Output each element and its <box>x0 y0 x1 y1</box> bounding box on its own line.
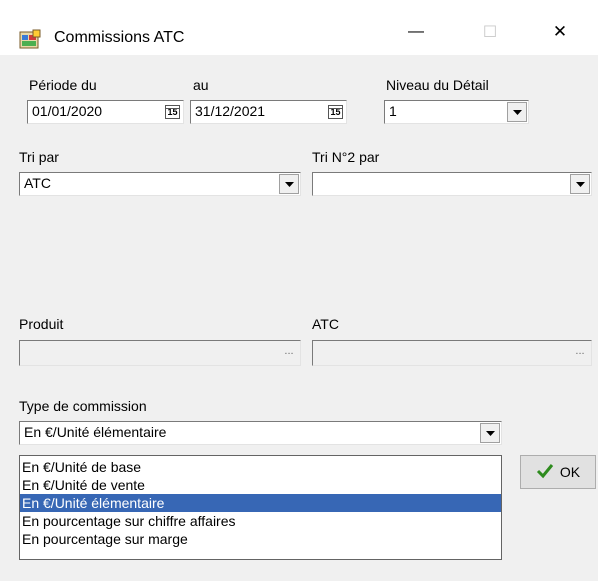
dropdown-option[interactable]: En €/Unité de base <box>20 458 501 476</box>
atc-browse-button[interactable]: ... <box>570 342 590 364</box>
type-commission-value: En €/Unité élémentaire <box>24 424 167 440</box>
window-title: Commissions ATC <box>54 29 185 46</box>
type-commission-label: Type de commission <box>19 398 147 414</box>
check-icon <box>536 463 554 482</box>
dropdown-option[interactable]: En pourcentage sur marge <box>20 530 501 548</box>
periode-from-label: Période du <box>29 77 97 93</box>
tri-label: Tri par <box>19 149 59 165</box>
close-button[interactable]: ✕ <box>532 8 588 55</box>
maximize-icon: ☐ <box>482 23 498 41</box>
niveau-select[interactable]: 1 <box>384 100 529 124</box>
dropdown-option-selected[interactable]: En €/Unité élémentaire <box>20 494 501 512</box>
app-icon <box>19 29 41 51</box>
produit-label: Produit <box>19 316 64 332</box>
atc-input[interactable]: ... <box>312 340 592 366</box>
tri-select[interactable]: ATC <box>19 172 301 196</box>
dropdown-arrow-icon[interactable] <box>570 174 590 194</box>
minimize-button[interactable]: — <box>388 8 444 55</box>
date-from-input[interactable]: 01/01/2020 15 <box>27 100 184 124</box>
date-to-value: 31/12/2021 <box>195 103 266 119</box>
niveau-value: 1 <box>389 103 397 119</box>
minimize-icon: — <box>408 22 424 40</box>
dropdown-option[interactable]: En pourcentage sur chiffre affaires <box>20 512 501 530</box>
type-commission-dropdown-list[interactable]: En €/Unité de base En €/Unité de vente E… <box>19 455 502 560</box>
atc-label: ATC <box>312 316 339 332</box>
periode-to-label: au <box>193 77 209 93</box>
produit-input[interactable]: ... <box>19 340 301 366</box>
dropdown-option[interactable]: En €/Unité de vente <box>20 476 501 494</box>
produit-browse-button[interactable]: ... <box>279 342 299 364</box>
calendar-icon[interactable]: 15 <box>328 105 343 119</box>
date-from-value: 01/01/2020 <box>32 103 103 119</box>
type-commission-select[interactable]: En €/Unité élémentaire <box>19 421 502 445</box>
maximize-button[interactable]: ☐ <box>462 8 518 55</box>
tri2-label: Tri N°2 par <box>312 149 380 165</box>
niveau-label: Niveau du Détail <box>386 77 489 93</box>
close-icon: ✕ <box>552 21 568 41</box>
date-to-input[interactable]: 31/12/2021 15 <box>190 100 347 124</box>
dropdown-arrow-icon[interactable] <box>279 174 299 194</box>
calendar-icon[interactable]: 15 <box>165 105 180 119</box>
dropdown-arrow-icon[interactable] <box>480 423 500 443</box>
tri-value: ATC <box>24 175 51 191</box>
tri2-select[interactable] <box>312 172 592 196</box>
top-strip <box>0 0 598 8</box>
dropdown-arrow-icon[interactable] <box>507 102 527 122</box>
ok-button[interactable]: OK <box>520 455 596 489</box>
ok-label: OK <box>559 464 581 480</box>
